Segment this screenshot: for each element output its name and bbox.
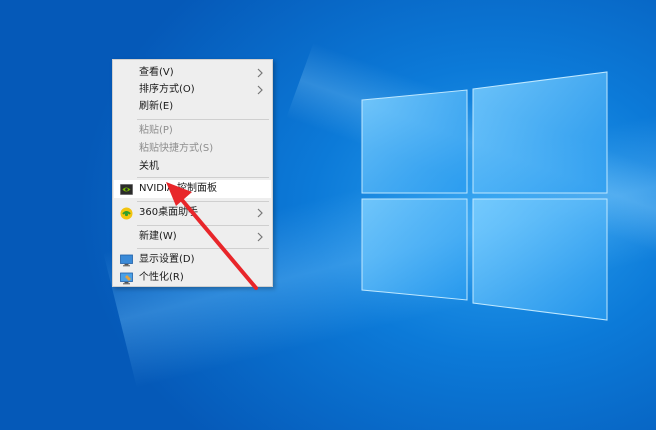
- nvidia-icon: [120, 184, 133, 195]
- chevron-right-icon: [257, 68, 263, 78]
- chevron-right-icon: [257, 208, 263, 218]
- menu-item-personalize[interactable]: 个性化(R): [114, 269, 271, 287]
- chevron-right-icon: [257, 85, 263, 95]
- menu-item-nvidia-control-panel[interactable]: NVIDIA 控制面板: [114, 180, 271, 198]
- menu-item-view[interactable]: 查看(V): [114, 64, 271, 82]
- monitor-icon: [120, 254, 133, 267]
- desktop-background[interactable]: [0, 0, 656, 430]
- menu-separator: [137, 225, 269, 226]
- menu-item-new[interactable]: 新建(W): [114, 228, 271, 246]
- menu-item-sort[interactable]: 排序方式(O): [114, 81, 271, 99]
- windows-logo: [361, 71, 608, 321]
- menu-separator: [137, 248, 269, 249]
- menu-item-label: 360桌面助手: [139, 207, 199, 218]
- menu-item-label: 查看(V): [139, 67, 174, 78]
- menu-item-label: 粘贴(P): [139, 125, 173, 136]
- menu-item-refresh[interactable]: 刷新(E): [114, 98, 271, 116]
- menu-item-360-desktop[interactable]: 360桌面助手: [114, 204, 271, 222]
- menu-item-label: 个性化(R): [139, 272, 184, 283]
- context-menu: 查看(V) 排序方式(O) 刷新(E) 粘贴(P) 粘贴快捷方式(S) 关机 N…: [112, 59, 273, 287]
- menu-separator: [137, 201, 269, 202]
- menu-separator: [137, 177, 269, 178]
- menu-item-label: NVIDIA 控制面板: [139, 183, 217, 194]
- menu-item-label: 新建(W): [139, 231, 177, 242]
- menu-item-label: 排序方式(O): [139, 84, 195, 95]
- menu-item-label: 显示设置(D): [139, 254, 195, 265]
- menu-item-display-settings[interactable]: 显示设置(D): [114, 251, 271, 269]
- chevron-right-icon: [257, 232, 263, 242]
- menu-item-label: 刷新(E): [139, 101, 174, 112]
- menu-item-label: 粘贴快捷方式(S): [139, 143, 214, 154]
- menu-item-shutdown[interactable]: 关机: [114, 158, 271, 176]
- menu-item-label: 关机: [139, 161, 159, 172]
- personalize-icon: [120, 272, 133, 285]
- menu-separator: [137, 119, 269, 120]
- menu-item-paste-shortcut: 粘贴快捷方式(S): [114, 140, 271, 158]
- 360-icon: [120, 207, 133, 220]
- menu-item-paste: 粘贴(P): [114, 122, 271, 140]
